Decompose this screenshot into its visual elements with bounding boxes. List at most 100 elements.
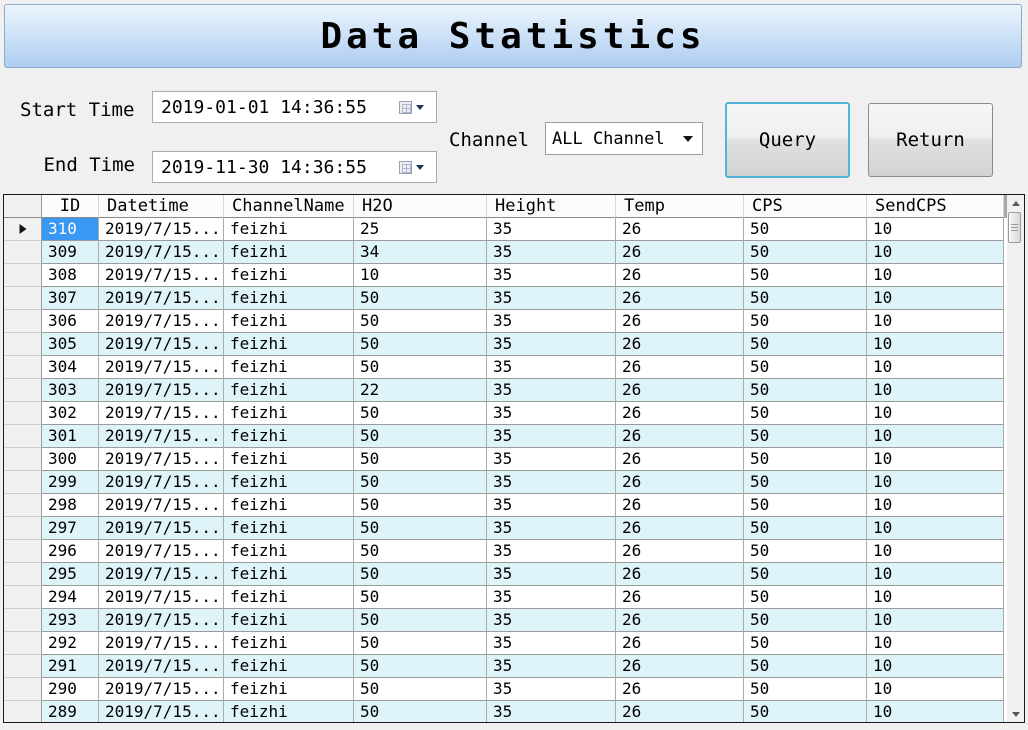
cell-datetime[interactable]: 2019/7/15... xyxy=(99,356,224,379)
cell-channel[interactable]: feizhi xyxy=(224,632,354,655)
cell-height[interactable]: 35 xyxy=(487,586,616,609)
cell-temp[interactable]: 26 xyxy=(616,563,744,586)
cell-channel[interactable]: feizhi xyxy=(224,218,354,241)
cell-height[interactable]: 35 xyxy=(487,701,616,722)
cell-cps[interactable]: 50 xyxy=(744,586,867,609)
cell-datetime[interactable]: 2019/7/15... xyxy=(99,310,224,333)
cell-sendcps[interactable]: 10 xyxy=(867,609,1004,632)
row-header[interactable] xyxy=(4,379,42,402)
cell-datetime[interactable]: 2019/7/15... xyxy=(99,287,224,310)
cell-id[interactable]: 293 xyxy=(42,609,99,632)
cell-temp[interactable]: 26 xyxy=(616,494,744,517)
start-time-dropdown-button[interactable] xyxy=(399,100,424,114)
cell-h2o[interactable]: 50 xyxy=(354,287,487,310)
cell-channel[interactable]: feizhi xyxy=(224,494,354,517)
column-header-cps[interactable]: CPS xyxy=(744,195,867,218)
cell-channel[interactable]: feizhi xyxy=(224,333,354,356)
cell-datetime[interactable]: 2019/7/15... xyxy=(99,540,224,563)
cell-temp[interactable]: 26 xyxy=(616,356,744,379)
cell-datetime[interactable]: 2019/7/15... xyxy=(99,402,224,425)
cell-cps[interactable]: 50 xyxy=(744,241,867,264)
cell-datetime[interactable]: 2019/7/15... xyxy=(99,586,224,609)
cell-height[interactable]: 35 xyxy=(487,609,616,632)
column-header-id[interactable]: ID xyxy=(42,195,99,218)
cell-height[interactable]: 35 xyxy=(487,655,616,678)
cell-id[interactable]: 289 xyxy=(42,701,99,722)
cell-datetime[interactable]: 2019/7/15... xyxy=(99,448,224,471)
cell-cps[interactable]: 50 xyxy=(744,448,867,471)
cell-sendcps[interactable]: 10 xyxy=(867,471,1004,494)
row-header[interactable] xyxy=(4,241,42,264)
cell-datetime[interactable]: 2019/7/15... xyxy=(99,218,224,241)
cell-sendcps[interactable]: 10 xyxy=(867,264,1004,287)
cell-sendcps[interactable]: 10 xyxy=(867,333,1004,356)
cell-temp[interactable]: 26 xyxy=(616,379,744,402)
row-header[interactable] xyxy=(4,701,42,722)
column-header-temp[interactable]: Temp xyxy=(616,195,744,218)
cell-cps[interactable]: 50 xyxy=(744,540,867,563)
row-header[interactable] xyxy=(4,632,42,655)
cell-height[interactable]: 35 xyxy=(487,402,616,425)
cell-h2o[interactable]: 50 xyxy=(354,563,487,586)
cell-h2o[interactable]: 50 xyxy=(354,632,487,655)
row-header[interactable] xyxy=(4,218,42,241)
cell-id[interactable]: 309 xyxy=(42,241,99,264)
cell-datetime[interactable]: 2019/7/15... xyxy=(99,379,224,402)
cell-height[interactable]: 35 xyxy=(487,632,616,655)
cell-sendcps[interactable]: 10 xyxy=(867,563,1004,586)
cell-cps[interactable]: 50 xyxy=(744,609,867,632)
cell-cps[interactable]: 50 xyxy=(744,563,867,586)
row-header[interactable] xyxy=(4,448,42,471)
query-button[interactable]: Query xyxy=(725,102,850,178)
cell-id[interactable]: 291 xyxy=(42,655,99,678)
cell-sendcps[interactable]: 10 xyxy=(867,425,1004,448)
row-header[interactable] xyxy=(4,425,42,448)
cell-datetime[interactable]: 2019/7/15... xyxy=(99,563,224,586)
cell-sendcps[interactable]: 10 xyxy=(867,701,1004,722)
cell-channel[interactable]: feizhi xyxy=(224,701,354,722)
cell-cps[interactable]: 50 xyxy=(744,471,867,494)
vertical-scrollbar[interactable] xyxy=(1007,195,1024,722)
cell-channel[interactable]: feizhi xyxy=(224,379,354,402)
cell-cps[interactable]: 50 xyxy=(744,425,867,448)
cell-h2o[interactable]: 50 xyxy=(354,333,487,356)
cell-temp[interactable]: 26 xyxy=(616,402,744,425)
cell-h2o[interactable]: 50 xyxy=(354,356,487,379)
cell-channel[interactable]: feizhi xyxy=(224,563,354,586)
cell-id[interactable]: 308 xyxy=(42,264,99,287)
scrollbar-thumb[interactable] xyxy=(1008,212,1021,243)
cell-cps[interactable]: 50 xyxy=(744,264,867,287)
cell-temp[interactable]: 26 xyxy=(616,333,744,356)
cell-id[interactable]: 298 xyxy=(42,494,99,517)
cell-channel[interactable]: feizhi xyxy=(224,402,354,425)
cell-temp[interactable]: 26 xyxy=(616,264,744,287)
cell-cps[interactable]: 50 xyxy=(744,632,867,655)
cell-id[interactable]: 310 xyxy=(42,218,99,241)
cell-cps[interactable]: 50 xyxy=(744,218,867,241)
row-header[interactable] xyxy=(4,356,42,379)
row-header[interactable] xyxy=(4,655,42,678)
cell-cps[interactable]: 50 xyxy=(744,333,867,356)
cell-temp[interactable]: 26 xyxy=(616,310,744,333)
cell-datetime[interactable]: 2019/7/15... xyxy=(99,655,224,678)
cell-height[interactable]: 35 xyxy=(487,425,616,448)
row-header[interactable] xyxy=(4,563,42,586)
cell-channel[interactable]: feizhi xyxy=(224,425,354,448)
cell-h2o[interactable]: 34 xyxy=(354,241,487,264)
cell-id[interactable]: 292 xyxy=(42,632,99,655)
cell-temp[interactable]: 26 xyxy=(616,471,744,494)
cell-temp[interactable]: 26 xyxy=(616,517,744,540)
cell-height[interactable]: 35 xyxy=(487,241,616,264)
cell-sendcps[interactable]: 10 xyxy=(867,517,1004,540)
cell-channel[interactable]: feizhi xyxy=(224,609,354,632)
cell-channel[interactable]: feizhi xyxy=(224,356,354,379)
cell-h2o[interactable]: 10 xyxy=(354,264,487,287)
cell-height[interactable]: 35 xyxy=(487,678,616,701)
grid-corner-cell[interactable] xyxy=(4,195,42,218)
cell-temp[interactable]: 26 xyxy=(616,609,744,632)
row-header[interactable] xyxy=(4,264,42,287)
scroll-up-button[interactable] xyxy=(1007,195,1024,211)
cell-channel[interactable]: feizhi xyxy=(224,471,354,494)
cell-cps[interactable]: 50 xyxy=(744,356,867,379)
cell-h2o[interactable]: 50 xyxy=(354,517,487,540)
